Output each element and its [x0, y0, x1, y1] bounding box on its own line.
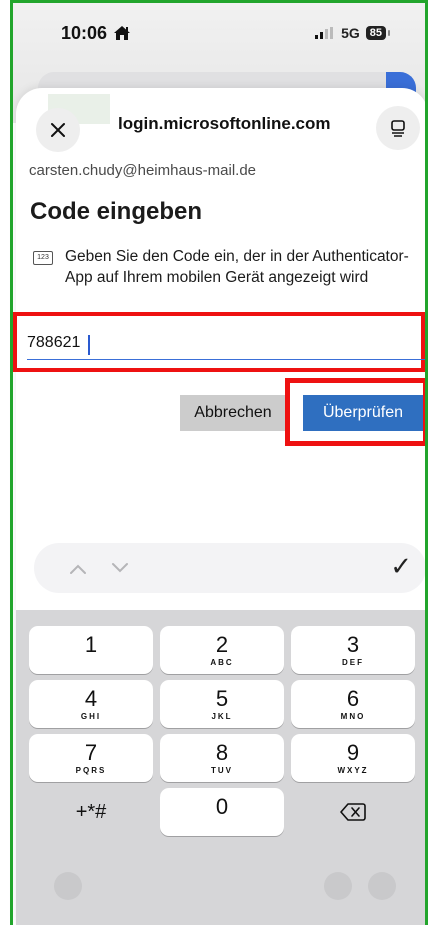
- code-input[interactable]: [27, 326, 425, 360]
- key-digit: 1: [84, 631, 98, 657]
- key-digit: 4: [84, 685, 98, 711]
- account-email: carsten.chudy@heimhaus-mail.de: [29, 162, 256, 179]
- signal-icon: [315, 27, 334, 39]
- key-letters: PQRS: [75, 765, 107, 775]
- phone-screen: 10:06 5G 85 login.microsoftonline.com ca…: [0, 0, 428, 925]
- key-letters: GHI: [80, 711, 102, 721]
- instruction-text: Geben Sie den Code ein, der in der Authe…: [65, 248, 409, 286]
- chevron-up-icon[interactable]: [66, 557, 90, 581]
- key-digit: 5: [215, 685, 229, 711]
- key-letters: TUV: [211, 765, 233, 775]
- key-6[interactable]: 6 MNO: [291, 680, 415, 728]
- network-type: 5G: [341, 25, 360, 41]
- battery-tip-icon: [388, 30, 390, 36]
- key-digit: 9: [346, 739, 360, 765]
- page-title: Code eingeben: [30, 198, 203, 225]
- backspace-icon: [340, 803, 366, 821]
- key-5[interactable]: 5 JKL: [160, 680, 284, 728]
- status-time-group: 10:06: [61, 23, 131, 44]
- key-digit: 2: [215, 631, 229, 657]
- key-digit: 7: [84, 739, 98, 765]
- done-checkmark-button[interactable]: ✓: [390, 551, 412, 582]
- text-caret: [88, 335, 90, 355]
- key-symbols[interactable]: +*#: [29, 788, 153, 836]
- globe-placeholder-icon: [54, 872, 82, 900]
- form-accessory-bar: ✓: [34, 543, 426, 593]
- chevron-down-icon[interactable]: [108, 555, 132, 579]
- key-7[interactable]: 7 PQRS: [29, 734, 153, 782]
- key-letters: MNO: [340, 711, 366, 721]
- numeric-keypad: 1 2 ABC 3 DEF 4 GHI 5 JKL 6 MNO 7 PQRS 8…: [16, 610, 428, 925]
- cancel-button[interactable]: Abbrechen: [180, 395, 286, 431]
- close-icon: [51, 123, 65, 137]
- key-2[interactable]: 2 ABC: [160, 626, 284, 674]
- key-4[interactable]: 4 GHI: [29, 680, 153, 728]
- status-time: 10:06: [61, 22, 108, 43]
- key-delete[interactable]: [291, 788, 415, 836]
- key-letters: DEF: [342, 657, 364, 667]
- key-digit: 6: [346, 685, 360, 711]
- close-button[interactable]: [36, 108, 80, 152]
- battery-level: 85: [365, 26, 386, 40]
- browser-nav-bar: login.microsoftonline.com: [16, 88, 428, 160]
- keyboard-placeholder-icon: [368, 872, 396, 900]
- key-digit: 8: [215, 739, 229, 765]
- key-0[interactable]: 0: [160, 788, 284, 836]
- status-indicators: 5G 85: [315, 25, 390, 41]
- reader-icon: [391, 120, 405, 137]
- status-bar: 10:06 5G 85: [13, 3, 428, 63]
- browser-url: login.microsoftonline.com: [118, 114, 331, 133]
- home-icon: [114, 26, 131, 40]
- key-digit: 3: [346, 631, 360, 657]
- key-letters: WXYZ: [337, 765, 369, 775]
- dictation-placeholder-icon: [324, 872, 352, 900]
- key-digit: 0: [215, 793, 229, 819]
- reader-menu-button[interactable]: [376, 106, 420, 150]
- key-3[interactable]: 3 DEF: [291, 626, 415, 674]
- browser-sheet: login.microsoftonline.com carsten.chudy@…: [13, 88, 428, 925]
- key-1[interactable]: 1: [29, 626, 153, 674]
- key-9[interactable]: 9 WXYZ: [291, 734, 415, 782]
- instruction-row: 123 Geben Sie den Code ein, der in der A…: [33, 246, 413, 288]
- key-letters: ABC: [210, 657, 234, 667]
- symbols-label: +*#: [75, 800, 107, 823]
- numeric-keypad-icon: 123: [33, 251, 53, 265]
- verify-button[interactable]: Überprüfen: [303, 395, 423, 431]
- key-8[interactable]: 8 TUV: [160, 734, 284, 782]
- key-letters: JKL: [211, 711, 233, 721]
